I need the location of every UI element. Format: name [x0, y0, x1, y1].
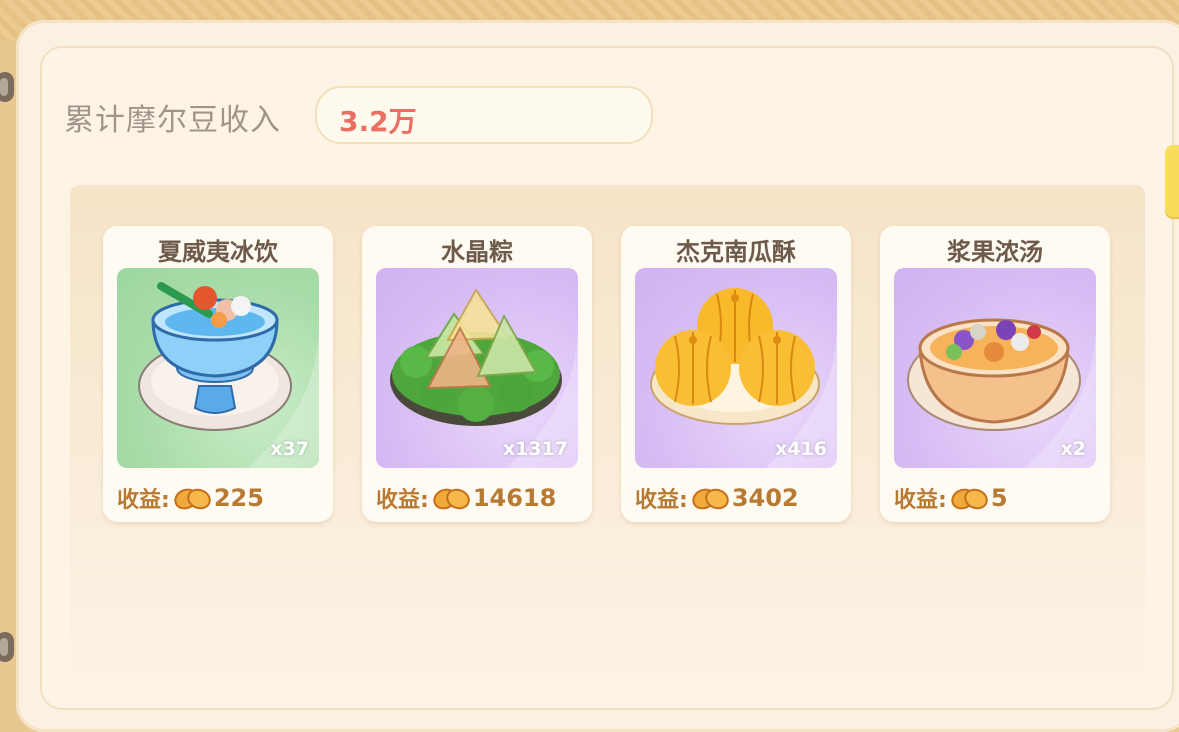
mole-bean-icon: [172, 484, 212, 512]
mole-bean-icon: [690, 484, 730, 512]
income-value: 3.2万: [339, 105, 417, 138]
item-quantity: x1317: [502, 438, 568, 460]
item-image: x37: [117, 268, 319, 468]
earnings-label: 收益:: [894, 488, 947, 513]
binder-ring-top: [0, 72, 14, 102]
item-earnings: 收益: 14618: [376, 482, 556, 514]
earnings-value: 225: [213, 484, 264, 512]
item-title: 夏威夷冰饮: [158, 238, 278, 266]
mole-bean-icon: [949, 484, 989, 512]
item-earnings: 收益: 3402: [635, 482, 799, 514]
item-earnings: 收益: 5: [894, 482, 1008, 514]
side-tab[interactable]: [1165, 145, 1179, 217]
earnings-label: 收益:: [117, 488, 170, 513]
income-label: 累计摩尔豆收入: [64, 103, 281, 138]
item-card-crystal-zongzi[interactable]: 水晶粽 x1317 收益: 14618: [362, 226, 592, 522]
item-quantity: x416: [775, 438, 827, 460]
item-quantity: x37: [270, 438, 309, 460]
earnings-label: 收益:: [635, 488, 688, 513]
mole-bean-icon: [431, 484, 471, 512]
item-earnings: 收益: 225: [117, 482, 264, 514]
item-image: x1317: [376, 268, 578, 468]
item-card-jack-pumpkin-pastry[interactable]: 杰克南瓜酥 x416 收益: 3402: [621, 226, 851, 522]
binder-ring-bottom: [0, 632, 14, 662]
item-title: 浆果浓汤: [947, 238, 1043, 266]
item-card-berry-soup[interactable]: 浆果浓汤 x2 收益: 5: [880, 226, 1110, 522]
income-box: 3.2万: [315, 86, 653, 144]
item-card-hawaii-ice-drink[interactable]: 夏威夷冰饮 x37 收益: 225: [103, 226, 333, 522]
earnings-value: 14618: [472, 484, 557, 512]
item-quantity: x2: [1060, 438, 1086, 460]
item-title: 杰克南瓜酥: [676, 238, 796, 266]
earnings-label: 收益:: [376, 488, 429, 513]
item-image: x416: [635, 268, 837, 468]
item-image: x2: [894, 268, 1096, 468]
item-title: 水晶粽: [441, 238, 513, 266]
earnings-value: 3402: [731, 484, 799, 512]
earnings-value: 5: [990, 484, 1008, 512]
